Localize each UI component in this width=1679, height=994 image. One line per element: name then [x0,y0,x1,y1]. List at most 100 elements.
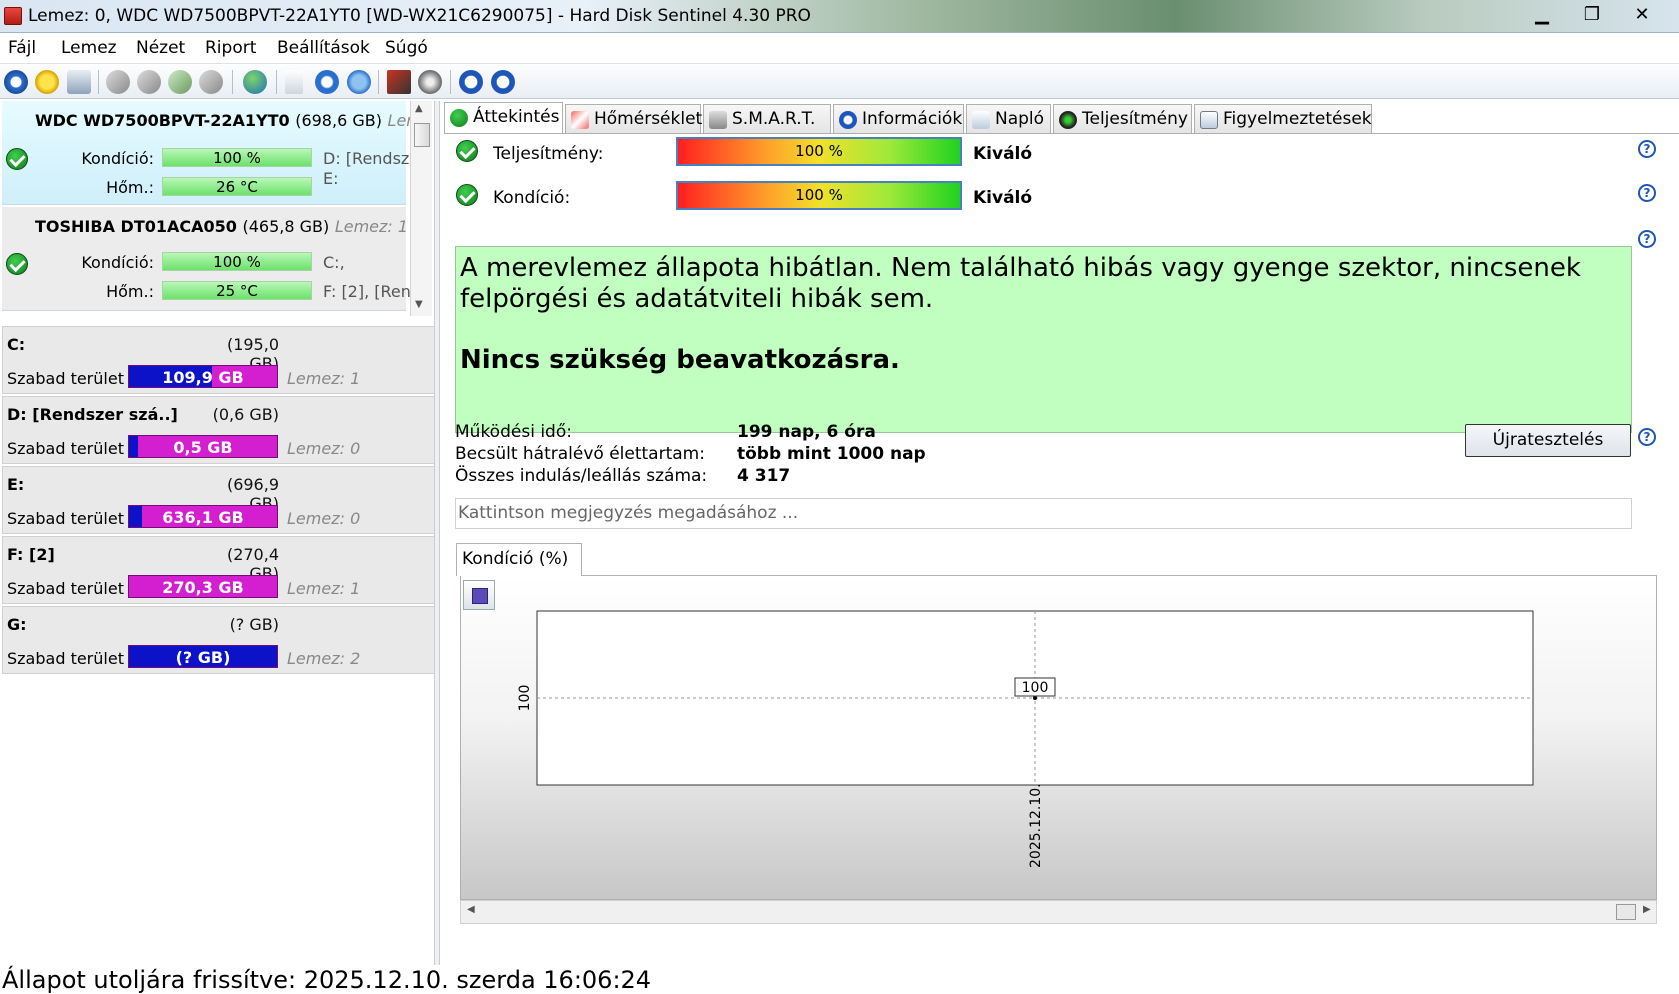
scroll-left-icon[interactable]: ◀ [467,904,475,915]
help-icon[interactable]: ? [1638,184,1656,202]
usb-icon[interactable] [168,70,192,94]
scroll-down-icon[interactable]: ▼ [415,299,423,310]
tab-alerts[interactable]: Figyelmeztetések [1194,104,1372,134]
menu-bar: Fájl Lemez Nézet Riport Beállítások Súgó [0,34,1679,64]
free-space-bar: 0,5 GB [128,435,278,458]
menu-settings[interactable]: Beállítások [277,38,370,58]
free-space-label: Szabad terület [7,439,124,458]
scroll-up-icon[interactable]: ▲ [415,103,423,114]
health-bar: 100 % [676,181,962,210]
surface-icon[interactable] [418,70,442,94]
disk-name: TOSHIBA DT01ACA050 (465,8 GB) Lemez: 1 [35,217,408,236]
menu-report[interactable]: Riport [205,38,256,58]
help-icon[interactable]: ? [1638,230,1656,248]
x-tick-label: 2025.12.10. [1028,783,1044,868]
lifetime-value: több mint 1000 nap [737,444,926,464]
scroll-right-icon[interactable]: ▶ [1643,904,1651,915]
volume-item-c[interactable]: C: (195,0 GB) Szabad terület 109,9 GB Le… [2,326,436,394]
scroll-thumb[interactable] [1616,904,1636,920]
menu-file[interactable]: Fájl [8,38,36,58]
startstop-label: Összes indulás/leállás száma: [455,466,708,486]
minimize-button[interactable]: ▁ [1520,2,1564,28]
disk-item-1[interactable]: TOSHIBA DT01ACA050 (465,8 GB) Lemez: 1 K… [2,207,411,311]
tab-log[interactable]: Napló [966,104,1051,134]
disk-size: (465,8 GB) [242,217,330,236]
report-icon[interactable] [285,70,303,94]
thermometer-icon [571,111,589,129]
app-icon [4,7,22,25]
tab-overview[interactable]: Áttekintés [444,102,563,135]
help-icon[interactable] [459,70,483,94]
tab-smart[interactable]: S.M.A.R.T. [703,104,831,134]
volume-name: C: [7,335,26,354]
tab-label: Teljesítmény [1082,109,1188,129]
info-icon[interactable] [491,70,515,94]
tab-label: Információk [862,109,963,129]
send-icon[interactable] [347,70,371,94]
usb-icon[interactable] [199,70,223,94]
free-space-label: Szabad terület [7,579,124,598]
volume-disk-index: Lemez: 0 [287,509,361,528]
pane-splitter[interactable] [434,101,440,965]
help-icon[interactable]: ? [1638,428,1656,446]
free-space-bar: (? GB) [128,645,278,668]
maximize-button[interactable]: ❐ [1570,2,1614,28]
disk-model: WDC WD7500BPVT-22A1YT0 [35,111,290,130]
disk-icon[interactable] [67,70,91,94]
scroll-thumb[interactable] [414,123,430,147]
refresh-report-icon[interactable] [315,70,339,94]
disk-list-scrollbar[interactable]: ▲ ▼ [410,101,432,316]
status-bar: Állapot utoljára frissítve: 2025.12.10. … [0,965,1679,994]
free-space-value: (? GB) [175,648,231,667]
chart-svg: 100 100 2025.12.10. [517,610,1534,868]
usb-icon[interactable] [137,70,161,94]
notes-field[interactable]: Kattintson megjegyzés megadásához ... [455,498,1632,529]
free-space-bar: 270,3 GB [128,575,278,598]
volume-item-e[interactable]: E: (696,9 GB) Szabad terület 636,1 GB Le… [2,466,436,534]
globe-icon[interactable] [243,70,267,94]
refresh-icon[interactable] [4,70,28,94]
window-title: Lemez: 0, WDC WD7500BPVT-22A1YT0 [WD-WX2… [28,6,811,26]
toolbar-separator [276,70,277,94]
data-label: 100 [1022,680,1049,696]
retest-button[interactable]: Újratesztelés [1465,424,1631,457]
check-icon [6,148,28,170]
chart-scrollbar[interactable]: ◀ ▶ [460,900,1657,924]
health-label: Kondíció: [81,149,154,168]
volume-name: E: [7,475,25,494]
volume-disk-index: Lemez: 0 [287,439,361,458]
tab-information[interactable]: Információk [833,104,964,134]
disk-partitions: D: [Rendsz [323,149,410,168]
help-icon[interactable]: ? [1638,140,1656,158]
disk-name: WDC WD7500BPVT-22A1YT0 (698,6 GB) Lem [35,111,422,130]
chart-tab-health[interactable]: Kondíció (%) [456,543,582,576]
check-icon [456,184,478,206]
menu-view[interactable]: Nézet [136,38,185,58]
alerts-icon [1200,111,1218,129]
health-rating: Kiváló [973,188,1033,208]
free-space-bar: 636,1 GB [128,505,278,528]
alert-icon[interactable] [35,70,59,94]
menu-disk[interactable]: Lemez [61,38,117,58]
performance-label: Teljesítmény: [493,144,604,164]
tab-label: S.M.A.R.T. [732,109,816,129]
usb-icon[interactable] [106,70,130,94]
volume-item-f[interactable]: F: [2] (270,4 GB) Szabad terület 270,3 G… [2,536,436,604]
tab-performance[interactable]: Teljesítmény [1053,104,1192,134]
volume-item-d[interactable]: D: [Rendszer szá..] (0,6 GB) Szabad terü… [2,396,436,464]
test-icon[interactable] [387,70,411,94]
free-space-value: 636,1 GB [162,508,244,527]
volume-item-g[interactable]: G: (? GB) Szabad terület (? GB) Lemez: 2 [2,606,436,674]
disk-item-0[interactable]: WDC WD7500BPVT-22A1YT0 (698,6 GB) Lem Ko… [2,101,422,205]
disk-model: TOSHIBA DT01ACA050 [35,217,237,236]
menu-help[interactable]: Súgó [385,38,428,58]
info-icon [839,111,857,129]
performance-icon [1059,111,1077,129]
health-bar: 100 % [162,252,312,271]
disk-size: (698,6 GB) [295,111,382,130]
close-button[interactable]: ✕ [1620,2,1664,28]
tab-temperature[interactable]: Hőmérséklet [565,104,702,134]
status-action: Nincs szükség beavatkozásra. [460,345,900,375]
performance-rating: Kiváló [973,144,1033,164]
free-space-bar: 109,9 GB [128,365,278,388]
